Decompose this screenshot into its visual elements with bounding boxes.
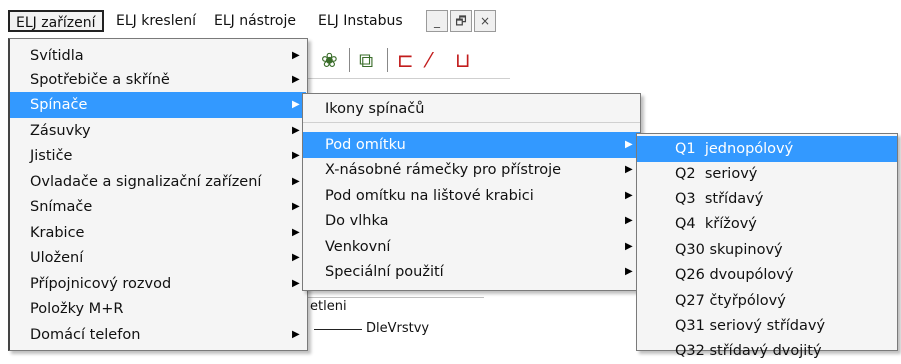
menu-item-label: Speciální použití xyxy=(325,264,444,280)
submenu-arrow-icon: ▶ xyxy=(292,74,300,85)
menubar-item-elj-zarizeni[interactable]: ELJ zařízení xyxy=(8,10,104,32)
menubar-item-elj-kresleni[interactable]: ELJ kreslení xyxy=(110,10,202,32)
menu-item-q30[interactable]: Q30 skupinový xyxy=(637,237,897,263)
submenu-arrow-icon: ▶ xyxy=(292,201,300,212)
submenu-spinace: Ikony spínačů Pod omítku ▶ X-násobné ráme… xyxy=(302,93,641,291)
menu-item-label: Q2 seriový xyxy=(675,166,758,182)
menubar-item-elj-instabus[interactable]: ELJ Instabus xyxy=(312,10,409,32)
copy-icon[interactable]: ⧉ xyxy=(359,48,373,72)
menu-item-label: Do vlhka xyxy=(325,213,389,229)
submenu-arrow-icon: ▶ xyxy=(292,176,300,187)
menu-item-polozky-mr[interactable]: Položky M+R xyxy=(10,296,306,322)
menu-item-q2[interactable]: Q2 seriový xyxy=(637,161,897,187)
menu-item-ikony-spinacu[interactable]: Ikony spínačů xyxy=(303,96,640,123)
menu-item-q27[interactable]: Q27 čtyřpólový xyxy=(637,288,897,314)
submenu-arrow-icon: ▶ xyxy=(292,125,300,136)
menu-item-venkovni[interactable]: Venkovní ▶ xyxy=(303,234,640,260)
menu-item-zasuvky[interactable]: Zásuvky ▶ xyxy=(10,118,306,144)
submenu-arrow-icon: ▶ xyxy=(292,150,300,161)
minimize-button[interactable]: _ xyxy=(426,10,448,32)
menu-item-pod-omitku-listove[interactable]: Pod omítku na lištové krabici ▶ xyxy=(303,183,640,209)
menu-item-spinace[interactable]: Spínače ▶ xyxy=(10,92,306,118)
toolbar-separator xyxy=(387,48,388,72)
panel-divider xyxy=(306,297,484,298)
close-button[interactable]: × xyxy=(474,10,496,32)
submenu-arrow-icon: ▶ xyxy=(292,329,300,340)
switch-symbol-icon[interactable]: ⊏ xyxy=(397,48,414,72)
background-toolbar: ❀ ⧉ ⊏ ⁄ ⊔ xyxy=(305,42,510,79)
submenu-arrow-icon: ▶ xyxy=(625,215,633,226)
submenu-arrow-icon: ▶ xyxy=(292,278,300,289)
menu-item-label: Přípojnicový rozvod xyxy=(30,276,172,292)
menu-item-domaci-telefon[interactable]: Domácí telefon ▶ xyxy=(10,322,306,348)
restore-button[interactable]: 🗗 xyxy=(450,10,472,32)
panel-text: etleni xyxy=(310,299,347,314)
menu-item-label: Uložení xyxy=(30,250,84,266)
menu-item-label: Q4 křížový xyxy=(675,216,757,232)
menu-item-ulozeni[interactable]: Uložení ▶ xyxy=(10,245,306,271)
submenu-arrow-icon: ▶ xyxy=(625,164,633,175)
submenu-arrow-icon: ▶ xyxy=(625,190,633,201)
submenu-arrow-icon: ▶ xyxy=(625,266,633,277)
submenu-arrow-icon: ▶ xyxy=(292,227,300,238)
menu-item-label: Q26 dvoupólový xyxy=(675,267,794,283)
menu-item-label: Q31 seriový střídavý xyxy=(675,318,826,334)
menu-item-snimace[interactable]: Snímače ▶ xyxy=(10,194,306,220)
submenu-arrow-icon: ▶ xyxy=(292,99,300,110)
menu-item-q4[interactable]: Q4 křížový xyxy=(637,211,897,237)
submenu-arrow-icon: ▶ xyxy=(625,241,633,252)
menu-item-q1[interactable]: Q1 jednopólový xyxy=(637,136,897,162)
menu-elj-zarizeni: Svítidla ▶ Spotřebiče a skříně ▶ Spínače ▶ … xyxy=(8,38,308,351)
menu-item-label: Ovladače a signalizační zařízení xyxy=(30,174,262,190)
menu-item-x-nasobne-ramecky[interactable]: X-násobné rámečky pro přístroje ▶ xyxy=(303,157,640,183)
background-panel: etleni DleVrstvy xyxy=(305,285,484,351)
menu-item-jistice[interactable]: Jističe ▶ xyxy=(10,143,306,169)
menubar-item-elj-nastroje[interactable]: ELJ nástroje xyxy=(208,10,302,32)
panel-linetype-label: DleVrstvy xyxy=(366,321,430,336)
menu-item-label: Snímače xyxy=(30,199,93,215)
menu-item-label: Ikony spínačů xyxy=(325,101,425,117)
menu-item-label: Q27 čtyřpólový xyxy=(675,293,786,309)
line-symbol-icon[interactable]: ⁄ xyxy=(427,48,430,72)
menu-item-q3[interactable]: Q3 střídavý xyxy=(637,186,897,212)
menu-item-label: Krabice xyxy=(30,225,85,241)
linetype-sample xyxy=(314,329,362,330)
menu-item-q31[interactable]: Q31 seriový střídavý xyxy=(637,313,897,339)
submenu-arrow-icon: ▶ xyxy=(625,139,633,150)
menu-item-q32[interactable]: Q32 střídavý dvojitý xyxy=(637,338,897,364)
menu-item-label: Q32 střídavý dvojitý xyxy=(675,343,822,359)
menu-item-specialni-pouziti[interactable]: Speciální použití ▶ xyxy=(303,259,640,285)
menu-item-ovladace[interactable]: Ovladače a signalizační zařízení ▶ xyxy=(10,169,306,195)
menu-item-q26[interactable]: Q26 dvoupólový xyxy=(637,262,897,288)
menubar: ELJ zařízení ELJ kreslení ELJ nástroje E… xyxy=(0,0,520,40)
menu-item-label: Svítidla xyxy=(30,48,84,64)
menu-item-label: Q1 jednopólový xyxy=(675,141,794,157)
menu-item-label: Zásuvky xyxy=(30,123,91,139)
menu-item-pripojnicovy-rozvod[interactable]: Přípojnicový rozvod ▶ xyxy=(10,271,306,297)
menu-item-label: Domácí telefon xyxy=(30,327,141,343)
menu-item-label: Q3 střídavý xyxy=(675,191,764,207)
gear-tree-icon[interactable]: ❀ xyxy=(321,48,338,72)
menu-item-label: X-násobné rámečky pro přístroje xyxy=(325,162,562,178)
window-controls: _ 🗗 × xyxy=(426,10,498,32)
menu-item-label: Venkovní xyxy=(325,239,391,255)
submenu-arrow-icon: ▶ xyxy=(292,252,300,263)
menu-item-label: Spínače xyxy=(30,97,88,113)
menu-item-label: Pod omítku xyxy=(325,137,406,153)
menu-item-spotrebice[interactable]: Spotřebiče a skříně ▶ xyxy=(10,67,306,93)
toolbar-separator xyxy=(349,48,350,72)
menu-item-krabice[interactable]: Krabice ▶ xyxy=(10,220,306,246)
menu-item-pod-omitku[interactable]: Pod omítku ▶ xyxy=(303,132,640,158)
submenu-pod-omitku: Q1 jednopólový Q2 seriový Q3 střídavý Q4… xyxy=(636,133,898,359)
menu-item-label: Pod omítku na lištové krabici xyxy=(325,188,534,204)
menu-item-do-vlhka[interactable]: Do vlhka ▶ xyxy=(303,208,640,234)
menu-item-label: Q30 skupinový xyxy=(675,242,783,258)
menu-item-label: Jističe xyxy=(30,148,73,164)
socket-symbol-icon[interactable]: ⊔ xyxy=(455,48,471,72)
menu-item-label: Spotřebiče a skříně xyxy=(30,72,170,88)
menu-item-svitidla[interactable]: Svítidla ▶ xyxy=(10,43,306,69)
menu-item-label: Položky M+R xyxy=(30,301,124,317)
submenu-arrow-icon: ▶ xyxy=(292,50,300,61)
